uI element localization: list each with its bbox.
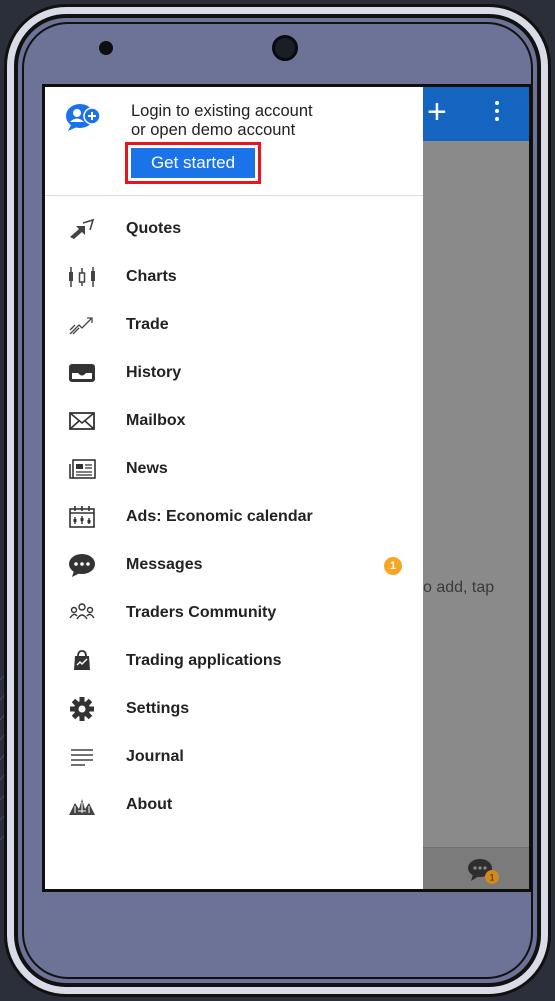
login-prompt-text: Login to existing account or open demo a… [131,102,391,140]
messages-badge: 1 [384,557,402,575]
drawer-menu: Quotes Charts Trade History Mailbox News… [45,205,423,829]
menu-item-trading-applications[interactable]: Trading applications [45,637,423,685]
login-text-line2: or open demo account [131,121,296,139]
menu-label: History [126,364,182,381]
get-started-highlight: Get started [125,142,261,184]
about-icon [67,793,97,817]
sensor-dot [99,41,113,55]
menu-label: Messages [126,556,203,573]
menu-item-traders-community[interactable]: Traders Community [45,589,423,637]
mailbox-icon [67,409,97,433]
get-started-button[interactable]: Get started [131,148,255,178]
news-icon [67,457,97,481]
chat-badge-count: 1 [489,873,494,883]
menu-item-trade[interactable]: Trade [45,301,423,349]
menu-label: Trading applications [126,652,282,669]
menu-label: About [126,796,173,813]
journal-icon [67,745,97,769]
menu-item-about[interactable]: About [45,781,423,829]
menu-item-quotes[interactable]: Quotes [45,205,423,253]
add-icon[interactable]: + [427,95,447,129]
navigation-drawer: Login to existing account or open demo a… [45,87,423,889]
calendar-icon [67,505,97,529]
messages-icon [67,553,97,577]
charts-icon [67,265,97,289]
account-add-icon[interactable] [65,101,103,133]
quotes-icon [67,217,97,241]
menu-item-history[interactable]: History [45,349,423,397]
login-text-line1: Login to existing account [131,102,313,120]
menu-label: Traders Community [126,604,277,621]
trade-icon [67,313,97,337]
menu-item-economic-calendar[interactable]: Ads: Economic calendar [45,493,423,541]
history-icon [67,361,97,385]
community-icon [67,601,97,625]
front-camera [272,35,298,61]
menu-label: Charts [126,268,177,285]
menu-item-charts[interactable]: Charts [45,253,423,301]
more-options-icon[interactable] [495,101,499,123]
drawer-header: Login to existing account or open demo a… [45,87,423,196]
chat-icon[interactable]: 1 [467,857,499,885]
menu-label: Trade [126,316,169,333]
phone-screen: + o add, tap 1 Login to existing account… [42,84,532,892]
menu-item-settings[interactable]: Settings [45,685,423,733]
menu-label: News [126,460,168,477]
menu-label: Quotes [126,220,182,237]
menu-item-mailbox[interactable]: Mailbox [45,397,423,445]
menu-label: Mailbox [126,412,186,429]
menu-item-messages[interactable]: Messages 1 [45,541,423,589]
menu-label: Ads: Economic calendar [126,508,313,525]
applications-icon [67,649,97,673]
empty-hint-text: o add, tap [423,579,495,596]
menu-label: Journal [126,748,184,765]
menu-item-news[interactable]: News [45,445,423,493]
menu-item-journal[interactable]: Journal [45,733,423,781]
menu-label: Settings [126,700,190,717]
settings-icon [67,697,97,721]
